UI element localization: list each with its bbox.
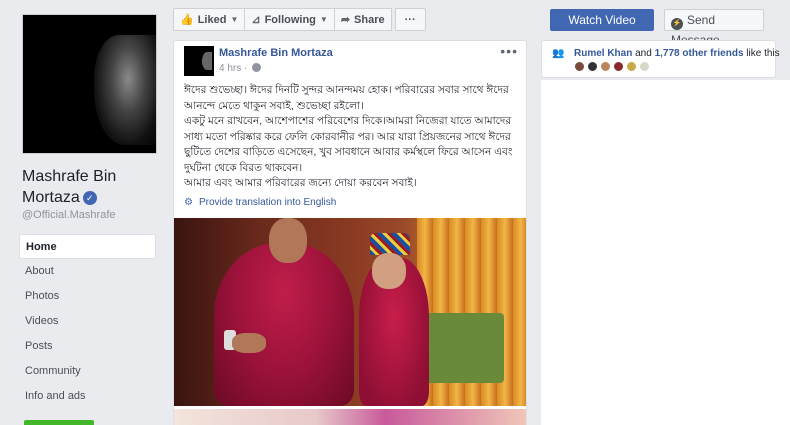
friends-suffix: like this (743, 48, 780, 59)
translate-label: Provide translation into English (198, 197, 337, 208)
friends-like-card: 👥 Rumel Khan and 1,778 other friends lik… (541, 40, 780, 78)
liked-label: Liked (197, 13, 227, 26)
nav-item-info-and-ads[interactable]: Info and ads (19, 384, 156, 409)
messenger-icon: ⚡ (671, 18, 683, 30)
post-paragraph: আমার এবং আমার পরিবারের জন্যে দোয়া করবেন… (184, 177, 417, 189)
friends-icon: 👥 (552, 48, 565, 59)
friend-avatar[interactable] (613, 61, 624, 72)
nav-item-videos[interactable]: Videos (19, 309, 156, 334)
rss-icon: ⊿ (251, 14, 261, 26)
photo-hand (232, 333, 266, 353)
verified-badge-icon: ✓ (82, 191, 97, 205)
chevron-down-icon: ▼ (319, 15, 328, 24)
nav-item-photos[interactable]: Photos (19, 284, 156, 309)
create-page-button[interactable] (24, 420, 94, 425)
globe-icon (252, 63, 262, 72)
right-column-panel (541, 80, 790, 425)
post-card: Mashrafe Bin Mortaza 4 hrs · ••• ঈদের শু… (173, 40, 527, 425)
thumbs-up-icon: 👍 (180, 14, 194, 26)
more-options-button[interactable]: ··· (394, 8, 426, 31)
following-button[interactable]: ⊿ Following ▼ (244, 8, 335, 31)
nav-item-home[interactable]: Home (19, 234, 156, 259)
following-label: Following (264, 13, 316, 26)
friend-avatar[interactable] (600, 61, 611, 72)
photo-man (214, 243, 354, 406)
post-photo[interactable] (174, 218, 526, 406)
post-paragraph: ঈদের শুভেচ্ছা। ঈদের দিনটি সুন্দর আনন্দময… (184, 84, 509, 112)
photo-man-head (269, 218, 307, 263)
post-options-button[interactable]: ••• (500, 43, 518, 59)
friends-connector: and (632, 48, 655, 59)
friend-avatars (574, 61, 652, 72)
profile-face (94, 35, 156, 145)
share-button[interactable]: ➦ Share (333, 8, 392, 31)
page-nav: Home About Photos Videos Posts Community… (19, 234, 156, 409)
post-time-text: 4 hrs (219, 63, 242, 74)
friend-avatar[interactable] (587, 61, 598, 72)
post-timestamp[interactable]: 4 hrs · (219, 63, 262, 74)
post-body: ঈদের শুভেচ্ছা। ঈদের দিনটি সুন্দর আনন্দময… (184, 83, 518, 192)
photo-boy-cap (370, 233, 410, 255)
nav-item-posts[interactable]: Posts (19, 334, 156, 359)
page-handle[interactable]: @Official.Mashrafe (22, 209, 116, 221)
friend-avatar[interactable] (639, 61, 650, 72)
translate-link[interactable]: ⚙ Provide translation into English (184, 197, 336, 208)
share-icon: ➦ (340, 14, 351, 26)
nav-item-community[interactable]: Community (19, 359, 156, 384)
photo-boy-face (372, 253, 406, 289)
friend-avatar[interactable] (626, 61, 637, 72)
share-label: Share (354, 13, 385, 26)
page-name-text: Mashrafe Bin Mortaza (22, 168, 117, 206)
page-title: Mashrafe Bin Mortaza ✓ (22, 166, 162, 208)
watch-video-button[interactable]: Watch Video (550, 9, 654, 31)
friend-name-link[interactable]: Rumel Khan (574, 48, 632, 59)
post-paragraph: একটু মনে রাখবেন, আশেপাশের পরিবেশের দিকে।… (184, 115, 513, 174)
chevron-down-icon: ▼ (230, 15, 239, 24)
other-friends-link[interactable]: 1,778 other friends (655, 48, 744, 59)
profile-picture[interactable] (22, 14, 157, 154)
more-label: ··· (404, 13, 416, 26)
page-action-bar: 👍 Liked ▼ ⊿ Following ▼ ➦ Share ··· (173, 8, 426, 31)
post-author-avatar[interactable] (184, 46, 214, 76)
nav-item-about[interactable]: About (19, 259, 156, 284)
post-author-link[interactable]: Mashrafe Bin Mortaza (219, 47, 333, 59)
friends-like-text: Rumel Khan and 1,778 other friends like … (574, 48, 780, 59)
gear-icon: ⚙ (184, 197, 193, 208)
post-photo-secondary[interactable] (174, 409, 526, 425)
friend-avatar[interactable] (574, 61, 585, 72)
liked-button[interactable]: 👍 Liked ▼ (173, 8, 246, 31)
send-message-button[interactable]: ⚡Send Message (664, 9, 764, 47)
